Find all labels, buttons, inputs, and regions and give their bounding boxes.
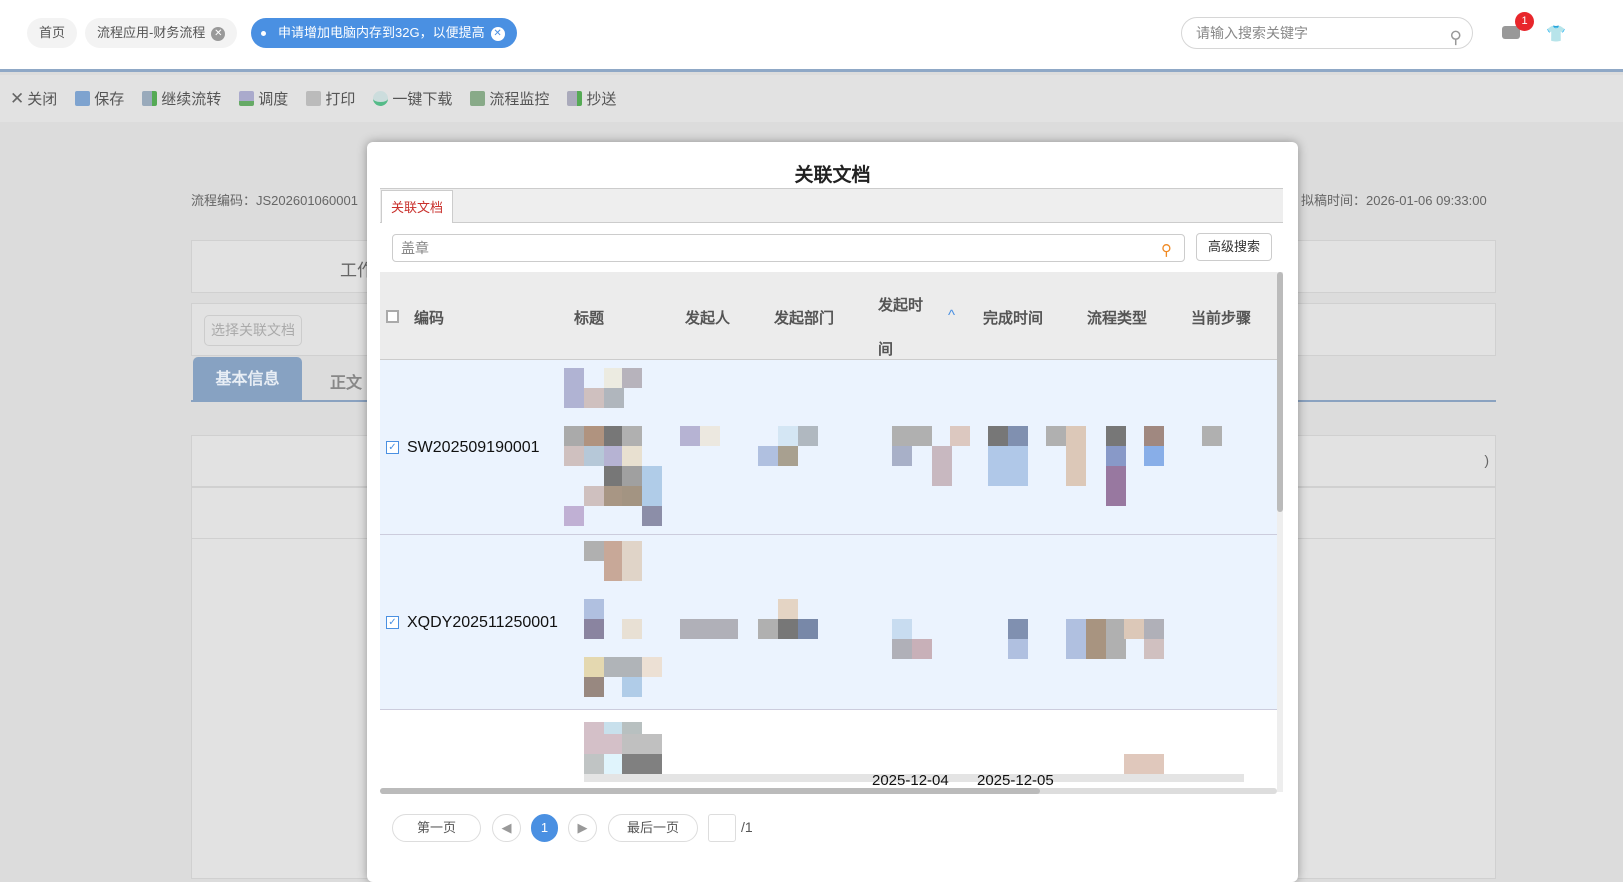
draft-time: 拟稿时间：2026-01-06 09:33:00	[1301, 193, 1487, 208]
dispatch-icon	[239, 91, 255, 106]
row-code: XQDY202511250001	[407, 614, 558, 631]
tab-home[interactable]: 首页	[27, 18, 78, 48]
col-flow-type[interactable]: 流程类型	[1087, 307, 1147, 328]
tab-label: 首页	[39, 25, 66, 40]
forward-icon	[142, 91, 158, 106]
select-related-doc-button[interactable]: 选择关联文档	[204, 315, 302, 346]
search-placeholder: 请输入搜索关键字	[1196, 25, 1308, 41]
cc-icon	[567, 91, 583, 106]
global-search-input[interactable]: 请输入搜索关键字 ⚲	[1181, 17, 1473, 49]
horizontal-scrollbar[interactable]	[380, 788, 1277, 794]
cc-button[interactable]: 抄送	[567, 88, 616, 109]
row-checkbox[interactable]: ✓	[386, 616, 399, 629]
top-bar: 首页 流程应用-财务流程 ✕ 申请增加电脑内存到32G，以便提高 ✕ 请输入搜索关键…	[0, 0, 1623, 72]
page-1-button[interactable]: 1	[531, 814, 558, 842]
close-icon: ✕	[10, 88, 25, 108]
close-tab-icon[interactable]: ✕	[490, 26, 505, 41]
button-label: 继续流转	[161, 91, 222, 108]
print-button[interactable]: 打印	[306, 88, 355, 109]
notification-badge: 1	[1515, 12, 1534, 31]
scroll-thumb[interactable]	[1277, 272, 1283, 512]
table-header: 编码 标题 发起人 发起部门 发起时间 ^ 完成时间 流程类型 当前步骤	[380, 272, 1277, 360]
search-icon[interactable]: ⚲	[1450, 23, 1462, 53]
prev-page-icon[interactable]: ◀	[492, 814, 521, 842]
table-row[interactable]: ✓ SW202509190001	[380, 360, 1277, 535]
button-label: 保存	[94, 91, 125, 108]
tab-label: 流程应用-财务流程	[97, 25, 206, 40]
button-label: 打印	[325, 91, 356, 108]
page-number-input[interactable]	[708, 814, 736, 842]
print-icon	[306, 91, 322, 106]
tab-label: 申请增加电脑内存到32G，以便提高	[278, 25, 485, 40]
docs-table: 编码 标题 发起人 发起部门 发起时间 ^ 完成时间 流程类型 当前步骤 ✓ S…	[380, 272, 1277, 792]
active-dot-icon	[261, 31, 266, 37]
next-page-icon[interactable]: ▶	[568, 814, 597, 842]
related-docs-dialog: 关联文档 关联文档 盖章 ⚲ 高级搜索 编码 标题 发起人 发起部门 发起时间 ^…	[367, 142, 1298, 882]
forward-button[interactable]: 继续流转	[142, 88, 221, 109]
row-code: SW202509190001	[407, 439, 540, 456]
sort-asc-icon[interactable]: ^	[948, 307, 955, 324]
tab-current-request[interactable]: 申请增加电脑内存到32G，以便提高 ✕	[251, 18, 517, 48]
vertical-scrollbar[interactable]	[1277, 272, 1283, 792]
total-pages: /1	[741, 819, 753, 835]
button-label: 流程监控	[489, 91, 550, 108]
button-label: 抄送	[586, 91, 617, 108]
download-button[interactable]: 一键下载	[373, 88, 452, 109]
col-end-time[interactable]: 完成时间	[983, 307, 1043, 328]
table-row[interactable]: ✓ XQDY202511250001	[380, 535, 1277, 710]
skin-icon[interactable]: 👕	[1546, 24, 1566, 44]
dialog-tabs: 关联文档	[380, 188, 1283, 223]
search-value: 盖章	[401, 240, 429, 256]
first-page-button[interactable]: 第一页	[392, 814, 481, 842]
select-all-checkbox[interactable]	[386, 310, 399, 323]
tab-basic-info[interactable]: 基本信息	[193, 357, 302, 402]
partial-text: )	[1484, 452, 1489, 468]
col-code[interactable]: 编码	[414, 307, 444, 328]
col-initiator[interactable]: 发起人	[685, 307, 730, 328]
col-department[interactable]: 发起部门	[774, 307, 834, 328]
row-start-time: 2025-12-04	[872, 772, 949, 789]
download-icon	[373, 91, 389, 106]
dialog-title: 关联文档	[794, 165, 871, 186]
monitor-icon	[470, 91, 486, 106]
toolbar: ✕ 关闭 保存 继续流转 调度 打印 一键下载 流程监控 抄送	[0, 75, 1623, 122]
doc-search-input[interactable]: 盖章 ⚲	[392, 234, 1185, 262]
save-icon	[75, 91, 91, 106]
advanced-search-button[interactable]: 高级搜索	[1196, 233, 1272, 261]
flow-code: 流程编码：JS202601060001	[191, 193, 358, 208]
close-button[interactable]: ✕ 关闭	[10, 88, 57, 109]
row-checkbox[interactable]: ✓	[386, 441, 399, 454]
row-end-time: 2025-12-05	[977, 772, 1054, 789]
monitor-button[interactable]: 流程监控	[470, 88, 549, 109]
tab-related-docs[interactable]: 关联文档	[381, 190, 454, 223]
dispatch-button[interactable]: 调度	[239, 88, 288, 109]
scroll-thumb[interactable]	[380, 788, 1040, 794]
last-page-button[interactable]: 最后一页	[608, 814, 698, 842]
button-label: 调度	[258, 91, 289, 108]
close-tab-icon[interactable]: ✕	[211, 26, 226, 41]
col-title[interactable]: 标题	[574, 307, 604, 328]
button-label: 一键下载	[392, 91, 453, 108]
search-icon[interactable]: ⚲	[1161, 238, 1172, 264]
table-row[interactable]: 2025-12-04 2025-12-05	[380, 710, 1277, 792]
tab-finance-flow[interactable]: 流程应用-财务流程 ✕	[85, 18, 238, 48]
col-current-step[interactable]: 当前步骤	[1191, 307, 1251, 328]
col-start-time[interactable]: 发起时间	[878, 284, 928, 372]
button-label: 关闭	[27, 91, 58, 108]
tab-body[interactable]: 正文	[330, 369, 362, 393]
save-button[interactable]: 保存	[75, 88, 124, 109]
